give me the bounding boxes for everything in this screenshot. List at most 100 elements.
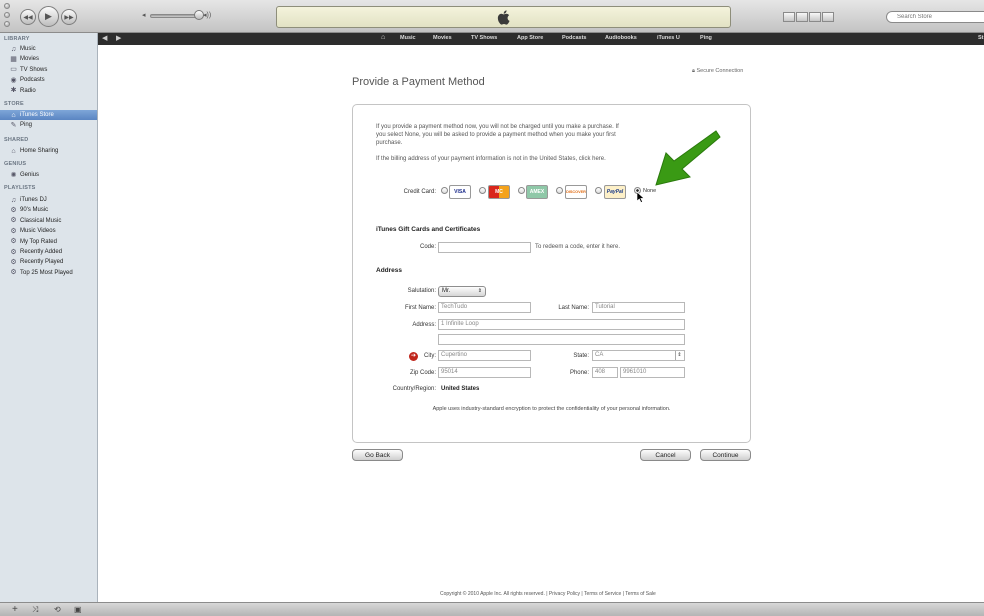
nav-tab-ping[interactable]: Ping xyxy=(700,35,712,41)
paypal-icon: PayPal xyxy=(604,185,626,199)
sidebar-item-label: My Top Rated xyxy=(20,238,57,245)
shuffle-icon[interactable]: ⤨ xyxy=(32,605,38,615)
sidebar-my-top-rated-icon: ⚙ xyxy=(10,238,17,246)
sidebar-item-genius[interactable]: ✺ Genius xyxy=(0,170,97,180)
phone-label: Phone: xyxy=(569,370,589,376)
state-select[interactable]: CA ⇕ xyxy=(592,350,685,361)
sidebar-podcasts-icon: ◉ xyxy=(10,76,17,84)
view-coverflow-button[interactable] xyxy=(822,12,834,22)
sidebar-itunes-store-icon: ⌂ xyxy=(11,111,16,119)
sidebar-item-classical-music[interactable]: ⚙ Classical Music xyxy=(0,216,97,226)
sidebar-recently-played-icon: ⚙ xyxy=(10,258,17,266)
address-line-2-field[interactable] xyxy=(438,334,685,345)
fast-forward-icon: ▶▶ xyxy=(64,14,74,21)
sidebar: LIBRARY ♫ Music ▦ Movies ▭ TV Shows ◉ Podcasts ✱ R… xyxy=(0,33,98,602)
sidebar-ping-icon: ✎ xyxy=(10,121,17,129)
sidebar-item-my-top-rated[interactable]: ⚙ My Top Rated xyxy=(0,237,97,247)
zoom-window-button[interactable] xyxy=(4,21,10,27)
sidebar-item-podcasts[interactable]: ◉ Podcasts xyxy=(0,75,97,85)
gift-code-input[interactable] xyxy=(438,242,531,253)
nav-tab-audiobooks[interactable]: Audiobooks xyxy=(605,35,637,41)
previous-track-button[interactable]: ◀◀ xyxy=(20,9,36,25)
store-label[interactable]: St xyxy=(978,35,984,41)
sidebar-item-music-videos[interactable]: ⚙ Music Videos xyxy=(0,226,97,236)
view-album-button[interactable] xyxy=(796,12,808,22)
close-window-button[interactable] xyxy=(4,3,10,9)
nav-tab-movies[interactable]: Movies xyxy=(433,35,452,41)
next-track-button[interactable]: ▶▶ xyxy=(61,9,77,25)
city-field[interactable]: Cupertino xyxy=(438,350,531,361)
sidebar-item-label: Top 25 Most Played xyxy=(20,269,73,276)
cancel-button[interactable]: Cancel xyxy=(640,449,691,461)
sidebar-item-label: Movies xyxy=(20,56,40,63)
sidebar-item-itunes-store[interactable]: ⌂ iTunes Store xyxy=(0,110,97,120)
intro-text-line-3: purchase. xyxy=(376,140,403,146)
play-button[interactable]: ▶ xyxy=(38,6,59,27)
radio-mastercard[interactable] xyxy=(479,187,486,194)
sidebar-item-label: Music Videos xyxy=(20,228,56,235)
go-back-button[interactable]: Go Back xyxy=(352,449,403,461)
gift-cards-heading: iTunes Gift Cards and Certificates xyxy=(376,226,481,233)
radio-amex[interactable] xyxy=(518,187,525,194)
country-value: United States xyxy=(441,386,480,392)
nav-tab-tv-shows[interactable]: TV Shows xyxy=(471,35,497,41)
sidebar-item-itunes-dj[interactable]: ♫ iTunes DJ xyxy=(0,195,97,205)
minimize-window-button[interactable] xyxy=(4,12,10,18)
repeat-icon[interactable]: ⟲ xyxy=(54,605,61,614)
sidebar-item-home-sharing[interactable]: ⌂ Home Sharing xyxy=(0,146,97,156)
salutation-select[interactable]: Mr. ⇕ xyxy=(438,286,486,297)
back-arrow-icon[interactable]: ◀ xyxy=(102,34,107,42)
first-name-field[interactable]: TechTudo xyxy=(438,302,531,313)
add-playlist-icon[interactable]: + xyxy=(12,604,18,615)
address-heading: Address xyxy=(376,267,403,274)
radio-paypal[interactable] xyxy=(595,187,602,194)
nav-tab-music[interactable]: Music xyxy=(400,35,416,41)
sidebar-item-tv-shows[interactable]: ▭ TV Shows xyxy=(0,65,97,75)
billing-outside-us-link[interactable]: If the billing address of your payment i… xyxy=(376,155,606,163)
sidebar-itunes-dj-icon: ♫ xyxy=(10,196,17,204)
radio-visa[interactable] xyxy=(441,187,448,194)
artwork-icon[interactable]: ▣ xyxy=(74,605,82,614)
sidebar-movies-icon: ▦ xyxy=(10,55,17,63)
sidebar-home-sharing-icon: ⌂ xyxy=(11,147,16,155)
sidebar-item-music[interactable]: ♫ Music xyxy=(0,44,97,54)
sidebar-item-label: Genius xyxy=(20,172,40,178)
nav-tab-app-store[interactable]: App Store xyxy=(517,35,543,41)
view-grid-button[interactable] xyxy=(809,12,821,22)
phone-area-code-field[interactable]: 408 xyxy=(592,367,618,378)
sidebar-item-movies[interactable]: ▦ Movies xyxy=(0,54,97,64)
code-label: Code: xyxy=(419,244,436,250)
sidebar-item-recently-added[interactable]: ⚙ Recently Added xyxy=(0,247,97,257)
phone-number-field[interactable]: 9961010 xyxy=(620,367,685,378)
sidebar-item-90-s-music[interactable]: ⚙ 90's Music xyxy=(0,205,97,215)
sidebar-item-radio[interactable]: ✱ Radio xyxy=(0,86,97,96)
lock-icon: 🔒︎ xyxy=(692,68,695,74)
sidebar-item-top-25-most-played[interactable]: ⚙ Top 25 Most Played xyxy=(0,268,97,278)
volume-slider[interactable] xyxy=(150,14,200,18)
zip-code-field[interactable]: 95014 xyxy=(438,367,531,378)
radio-discover[interactable] xyxy=(556,187,563,194)
home-icon[interactable]: ⌂ xyxy=(381,34,385,41)
volume-high-icon: ◂)) xyxy=(203,12,212,19)
rewind-icon: ◀◀ xyxy=(23,14,33,21)
view-list-button[interactable] xyxy=(783,12,795,22)
sidebar-item-ping[interactable]: ✎ Ping xyxy=(0,120,97,130)
country-label: Country/Region: xyxy=(392,386,436,392)
sidebar-top-25-most-played-icon: ⚙ xyxy=(10,269,17,277)
address-line-1-field[interactable]: 1 Infinite Loop xyxy=(438,319,685,330)
sidebar-heading-library: LIBRARY xyxy=(4,36,30,42)
sidebar-classical-music-icon: ⚙ xyxy=(10,217,17,225)
store-nav-bar: ◀ ▶ ⌂ St Music Movies TV Shows App Store Pod… xyxy=(98,33,984,45)
page-title: Provide a Payment Method xyxy=(352,76,485,88)
discover-card-icon: DISCOVER xyxy=(565,185,587,199)
error-arrow-icon: ➔ xyxy=(409,352,418,361)
nav-tab-podcasts[interactable]: Podcasts xyxy=(562,35,586,41)
mouse-cursor-icon xyxy=(637,192,645,203)
continue-button[interactable]: Continue xyxy=(700,449,751,461)
nav-tab-itunes-u[interactable]: iTunes U xyxy=(657,35,680,41)
search-input[interactable] xyxy=(886,11,984,23)
forward-arrow-icon[interactable]: ▶ xyxy=(116,34,121,42)
last-name-field[interactable]: Tutorial xyxy=(592,302,685,313)
sidebar-item-label: Radio xyxy=(20,87,36,94)
sidebar-item-recently-played[interactable]: ⚙ Recently Played xyxy=(0,257,97,267)
